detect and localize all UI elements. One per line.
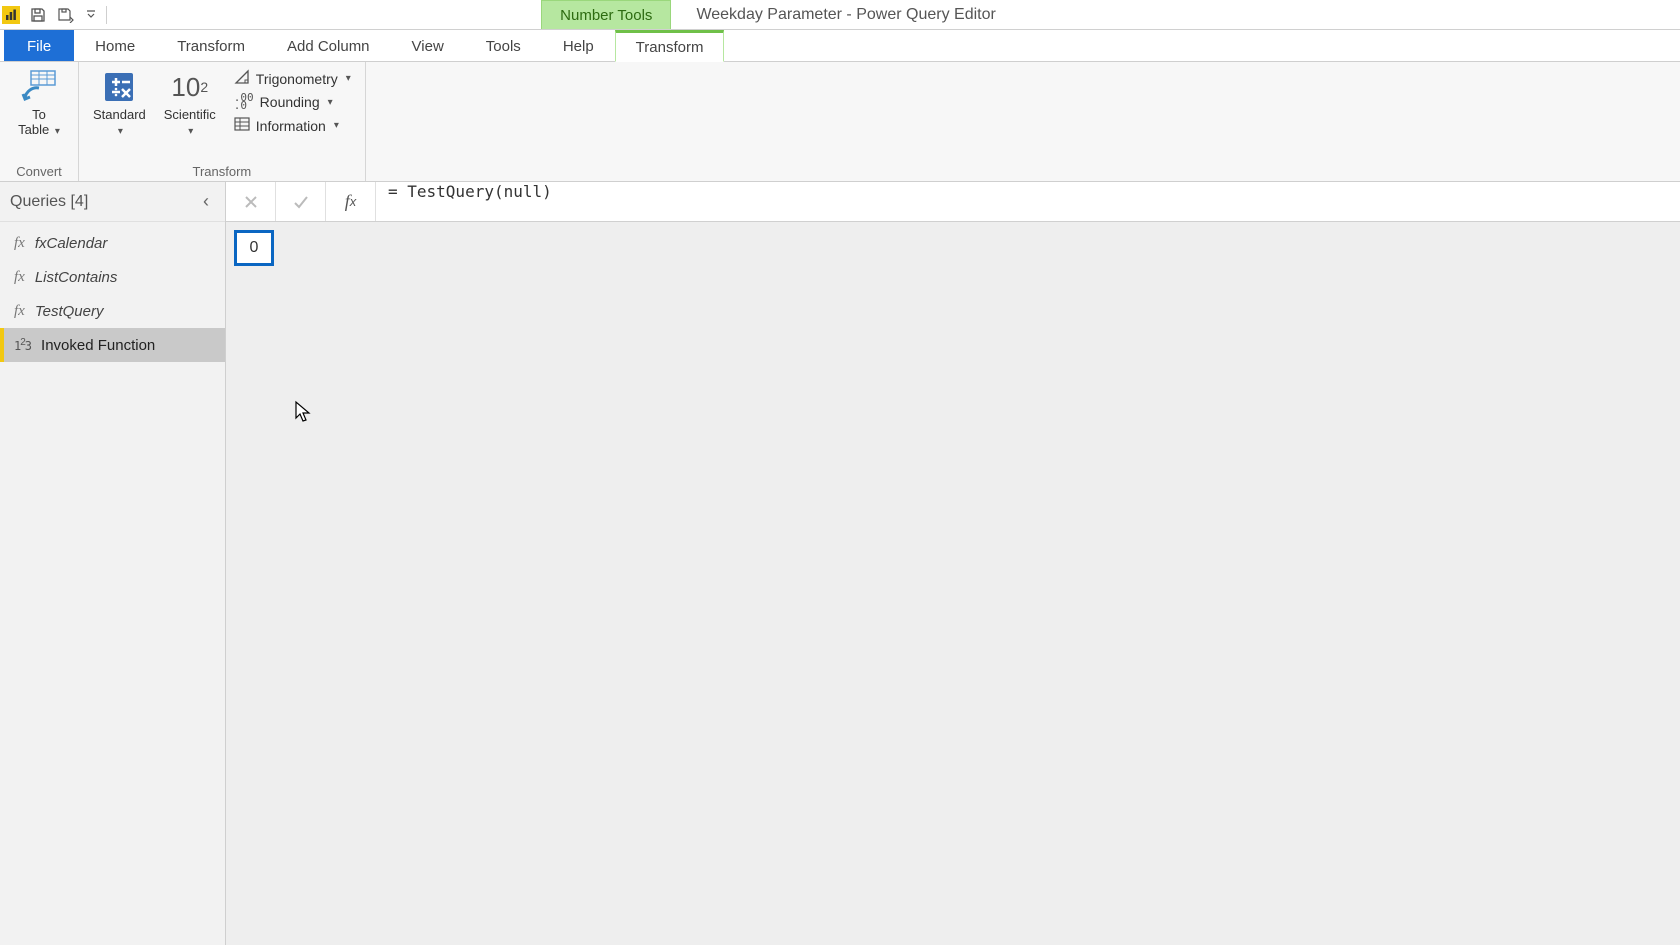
app-icon <box>2 6 20 24</box>
query-label: ListContains <box>35 269 118 286</box>
formula-input[interactable]: = TestQuery(null) <box>376 182 1680 221</box>
main-pane: fx = TestQuery(null) 0 <box>226 182 1680 945</box>
scientific-icon: 102 <box>170 68 210 106</box>
formula-commit-button[interactable] <box>276 182 326 221</box>
window-title: Weekday Parameter - Power Query Editor <box>696 6 995 24</box>
save-icon[interactable] <box>28 5 48 25</box>
qat-dropdown-icon[interactable] <box>84 5 98 25</box>
tab-help[interactable]: Help <box>542 30 615 61</box>
information-button[interactable]: Information ▾ <box>230 115 355 136</box>
to-table-icon <box>19 68 59 106</box>
scientific-label: Scientific <box>164 107 216 122</box>
workspace: Queries [4] ‹ fx fxCalendar fx ListConta… <box>0 182 1680 945</box>
tab-view[interactable]: View <box>391 30 465 61</box>
title-center: Number Tools Weekday Parameter - Power Q… <box>107 0 1430 29</box>
queries-header: Queries [4] ‹ <box>0 182 225 222</box>
query-item-invoked-function[interactable]: 123 Invoked Function <box>0 328 225 362</box>
standard-label: Standard <box>93 107 146 122</box>
standard-icon <box>99 68 139 106</box>
query-label: Invoked Function <box>41 337 155 354</box>
information-label: Information <box>256 118 326 134</box>
query-item-listcontains[interactable]: fx ListContains <box>0 260 225 294</box>
collapse-pane-icon[interactable]: ‹ <box>197 189 215 214</box>
rounding-label: Rounding <box>260 94 320 110</box>
query-label: TestQuery <box>35 303 104 320</box>
tab-add-column[interactable]: Add Column <box>266 30 391 61</box>
queries-header-label: Queries [4] <box>10 193 88 211</box>
ribbon-group-convert: To Table ▾ Convert <box>0 62 79 181</box>
formula-bar: fx = TestQuery(null) <box>226 182 1680 222</box>
scientific-button[interactable]: 102 Scientific▾ <box>160 66 220 140</box>
rounding-button[interactable]: .00.0 Rounding ▾ <box>230 93 355 111</box>
group-label-convert: Convert <box>10 162 68 179</box>
query-item-fxcalendar[interactable]: fx fxCalendar <box>0 226 225 260</box>
rounding-icon: .00.0 <box>234 94 254 109</box>
query-label: fxCalendar <box>35 235 108 252</box>
ribbon-group-transform: Standard▾ 102 Scientific▾ Trigonometry ▾… <box>79 62 366 181</box>
formula-cancel-button[interactable] <box>226 182 276 221</box>
result-area: 0 <box>226 222 1680 945</box>
function-icon: fx <box>14 303 25 320</box>
contextual-tool-label: Number Tools <box>541 0 671 29</box>
tab-tools[interactable]: Tools <box>465 30 542 61</box>
title-bar: Number Tools Weekday Parameter - Power Q… <box>0 0 1680 30</box>
fx-icon[interactable]: fx <box>326 182 376 221</box>
group-label-transform: Transform <box>89 162 355 179</box>
tab-transform[interactable]: Transform <box>156 30 266 61</box>
tab-file[interactable]: File <box>4 30 74 61</box>
result-value-cell[interactable]: 0 <box>234 230 274 266</box>
queries-pane: Queries [4] ‹ fx fxCalendar fx ListConta… <box>0 182 226 945</box>
to-table-label: To Table ▾ <box>18 108 60 138</box>
standard-button[interactable]: Standard▾ <box>89 66 150 140</box>
information-icon <box>234 116 250 135</box>
tab-context-transform[interactable]: Transform <box>615 30 725 62</box>
ribbon-tabs: File Home Transform Add Column View Tool… <box>0 30 1680 62</box>
save-as-icon[interactable] <box>56 5 76 25</box>
trigonometry-icon <box>234 69 250 88</box>
function-icon: fx <box>14 269 25 286</box>
trigonometry-label: Trigonometry <box>256 71 338 87</box>
queries-list: fx fxCalendar fx ListContains fx TestQue… <box>0 222 225 362</box>
ribbon: To Table ▾ Convert <box>0 62 1680 182</box>
tab-home[interactable]: Home <box>74 30 156 61</box>
function-icon: fx <box>14 235 25 252</box>
to-table-button[interactable]: To Table ▾ <box>10 66 68 140</box>
trigonometry-button[interactable]: Trigonometry ▾ <box>230 68 355 89</box>
number-type-icon: 123 <box>14 337 31 353</box>
query-item-testquery[interactable]: fx TestQuery <box>0 294 225 328</box>
quick-access-toolbar <box>0 0 107 29</box>
